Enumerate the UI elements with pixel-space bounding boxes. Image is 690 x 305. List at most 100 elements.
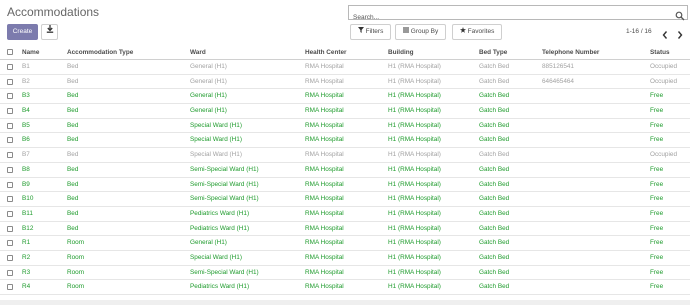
filters-button[interactable]: Filters xyxy=(350,24,391,40)
download-button[interactable] xyxy=(41,24,58,40)
cell-telephone-number xyxy=(542,192,647,206)
table-row[interactable]: B12 Bed Pediatrics Ward (H1) RMA Hospital H1… xyxy=(0,222,690,237)
table-body: B1 Bed General (H1) RMA Hospital H1 (RMA Hos… xyxy=(0,60,690,295)
column-header-status[interactable]: Status xyxy=(650,45,690,59)
cell-telephone-number xyxy=(542,236,647,250)
create-button[interactable]: Create xyxy=(7,24,38,40)
cell-name: R4 xyxy=(22,283,31,291)
column-header-health-center[interactable]: Health Center xyxy=(305,45,385,59)
row-checkbox[interactable] xyxy=(7,137,13,144)
cell-health-center: RMA Hospital xyxy=(305,121,344,129)
chevron-left-icon[interactable] xyxy=(661,27,669,39)
accommodations-table: Name Accommodation Type Ward Health Cent… xyxy=(0,45,690,295)
search-box[interactable] xyxy=(348,5,688,24)
column-header-telephone-number[interactable]: Telephone Number xyxy=(542,45,647,59)
column-header-name[interactable]: Name xyxy=(22,45,64,59)
cell-telephone-number xyxy=(542,89,647,103)
row-checkbox[interactable] xyxy=(7,64,13,70)
row-checkbox[interactable] xyxy=(7,240,13,247)
cell-bed-type: Gatch Bed xyxy=(479,253,510,261)
table-row[interactable]: R2 Room Special Ward (H1) RMA Hospital H1 (R… xyxy=(0,251,690,266)
row-checkbox[interactable] xyxy=(7,225,13,232)
cell-health-center: RMA Hospital xyxy=(305,77,344,85)
cell-accommodation-type: Bed xyxy=(67,77,79,85)
cell-status: Free xyxy=(650,224,664,232)
cell-status: Occupied xyxy=(650,151,677,159)
favorites-button[interactable]: Favorites xyxy=(452,24,502,40)
row-checkbox[interactable] xyxy=(7,78,13,85)
row-checkbox[interactable] xyxy=(7,269,13,276)
group-by-button[interactable]: Group By xyxy=(395,24,446,40)
cell-name: B5 xyxy=(22,121,30,129)
table-row[interactable]: B1 Bed General (H1) RMA Hospital H1 (RMA Hos… xyxy=(0,60,690,75)
cell-bed-type: Gatch Bed xyxy=(479,195,510,203)
cell-name: B2 xyxy=(22,77,30,85)
row-checkbox[interactable] xyxy=(7,181,13,188)
cell-bed-type: Gatch Bed xyxy=(479,92,510,100)
cell-telephone-number xyxy=(542,104,647,118)
table-row[interactable]: B2 Bed General (H1) RMA Hospital H1 (RMA Hos… xyxy=(0,75,690,90)
row-checkbox[interactable] xyxy=(7,210,13,217)
table-row[interactable]: B5 Bed Special Ward (H1) RMA Hospital H1 (RM… xyxy=(0,119,690,134)
select-all-checkbox[interactable] xyxy=(7,49,13,55)
cell-health-center: RMA Hospital xyxy=(305,63,344,70)
cell-ward: Semi-Special Ward (H1) xyxy=(190,195,259,203)
chevron-right-icon[interactable] xyxy=(676,27,684,39)
cell-ward: Special Ward (H1) xyxy=(190,253,242,261)
cell-health-center: RMA Hospital xyxy=(305,180,344,188)
row-checkbox[interactable] xyxy=(7,122,13,129)
table-row[interactable]: B8 Bed Semi-Special Ward (H1) RMA Hospital H… xyxy=(0,163,690,178)
cell-name: R1 xyxy=(22,239,31,247)
table-row[interactable]: B7 Bed Special Ward (H1) RMA Hospital H1 (RM… xyxy=(0,148,690,163)
search-icon[interactable] xyxy=(675,8,685,21)
cell-ward: General (H1) xyxy=(190,63,227,70)
column-header-bed-type[interactable]: Bed Type xyxy=(479,45,539,59)
cell-name: B4 xyxy=(22,107,30,115)
table-row[interactable]: B6 Bed Special Ward (H1) RMA Hospital H1 (RM… xyxy=(0,133,690,149)
row-checkbox[interactable] xyxy=(7,196,13,203)
cell-accommodation-type: Bed xyxy=(67,195,79,203)
cell-accommodation-type: Bed xyxy=(67,63,79,70)
search-input[interactable] xyxy=(349,11,671,24)
cell-status: Free xyxy=(650,253,664,261)
row-checkbox[interactable] xyxy=(7,93,13,100)
row-checkbox[interactable] xyxy=(7,166,13,173)
cell-name: B11 xyxy=(22,209,33,217)
horizontal-scrollbar[interactable] xyxy=(0,300,690,305)
table-row[interactable]: B3 Bed General (H1) RMA Hospital H1 (RMA Hos… xyxy=(0,89,690,105)
row-checkbox[interactable] xyxy=(7,152,13,159)
cell-telephone-number xyxy=(542,133,647,147)
cell-building: H1 (RMA Hospital) xyxy=(388,239,441,247)
row-checkbox[interactable] xyxy=(7,284,13,291)
cell-building: H1 (RMA Hospital) xyxy=(388,268,441,276)
table-row[interactable]: R1 Room General (H1) RMA Hospital H1 (RMA Ho… xyxy=(0,236,690,251)
cell-health-center: RMA Hospital xyxy=(305,253,344,261)
table-row[interactable]: B10 Bed Semi-Special Ward (H1) RMA Hospital… xyxy=(0,192,690,207)
table-row[interactable]: B9 Bed Semi-Special Ward (H1) RMA Hospital H… xyxy=(0,178,690,193)
cell-telephone-number xyxy=(542,207,647,221)
cell-health-center: RMA Hospital xyxy=(305,224,344,232)
table-row[interactable]: R4 Room Pediatrics Ward (H1) RMA Hospital H1… xyxy=(0,280,690,295)
row-checkbox[interactable] xyxy=(7,108,13,115)
cell-telephone-number: 885126541 xyxy=(542,63,574,70)
cell-building: H1 (RMA Hospital) xyxy=(388,209,441,217)
cell-bed-type: Gatch Bed xyxy=(479,283,510,291)
cell-health-center: RMA Hospital xyxy=(305,136,344,144)
cell-status: Free xyxy=(650,239,664,247)
column-header-building[interactable]: Building xyxy=(388,45,476,59)
cell-accommodation-type: Bed xyxy=(67,180,79,188)
column-header-accommodation-type[interactable]: Accommodation Type xyxy=(67,45,187,59)
table-row[interactable]: B4 Bed General (H1) RMA Hospital H1 (RMA Hos… xyxy=(0,104,690,119)
table-row[interactable]: B11 Bed Pediatrics Ward (H1) RMA Hospital H1… xyxy=(0,207,690,222)
cell-building: H1 (RMA Hospital) xyxy=(388,195,441,203)
cell-building: H1 (RMA Hospital) xyxy=(388,121,441,129)
cell-ward: General (H1) xyxy=(190,77,227,85)
cell-name: R3 xyxy=(22,268,31,276)
cell-status: Free xyxy=(650,107,664,115)
table-row[interactable]: R3 Room Semi-Special Ward (H1) RMA Hospital… xyxy=(0,266,690,281)
pager-value[interactable]: 1-16 / 16 xyxy=(626,28,652,35)
group-by-label: Group By xyxy=(410,28,439,35)
column-header-ward[interactable]: Ward xyxy=(190,45,302,59)
cell-status: Free xyxy=(650,121,664,129)
row-checkbox[interactable] xyxy=(7,254,13,261)
